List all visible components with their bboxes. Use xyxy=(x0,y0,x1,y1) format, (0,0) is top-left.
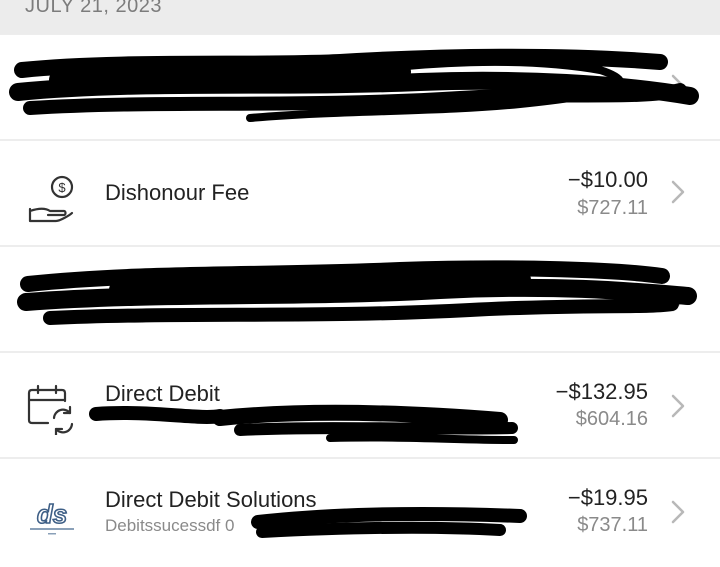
transaction-row[interactable] xyxy=(0,247,720,351)
transaction-title: Direct Debit Solutions xyxy=(105,487,317,512)
transaction-subtitle: Debitssucessdf 0 xyxy=(105,516,235,535)
transaction-title: Dishonour Fee xyxy=(105,180,250,205)
transaction-row[interactable]: $ Dishonour Fee −$10.00 $727.11 xyxy=(0,141,720,245)
date-section-header: JULY 21, 2023 xyxy=(0,0,720,34)
chevron-right-icon xyxy=(671,74,685,98)
svg-text:ds: ds xyxy=(37,499,67,529)
transaction-amount: −$19.95 xyxy=(567,485,648,510)
chevron-right-icon xyxy=(671,288,685,312)
transaction-balance: $737.11 xyxy=(577,514,648,536)
dollar-hand-icon: $ xyxy=(28,175,74,223)
chevron-right-icon xyxy=(671,394,685,418)
transaction-amount: −$132.95 xyxy=(555,379,648,404)
transaction-title: Direct Debit xyxy=(105,381,220,406)
calendar-refresh-icon xyxy=(27,384,74,435)
svg-text:$: $ xyxy=(58,180,66,195)
date-header-label: JULY 21, 2023 xyxy=(25,0,162,17)
transaction-row[interactable]: Direct Debit −$132.95 $604.16 xyxy=(0,353,720,457)
chevron-right-icon xyxy=(671,500,685,524)
chevron-right-icon xyxy=(671,180,685,204)
transaction-row[interactable]: ds Direct Debit Solutions Debitssucessdf… xyxy=(0,459,720,567)
ds-logo-icon: ds xyxy=(30,498,74,535)
transaction-balance: $727.11 xyxy=(577,197,648,219)
transaction-amount: −$10.00 xyxy=(567,167,648,192)
transaction-row[interactable] xyxy=(0,35,720,139)
transaction-balance: $604.16 xyxy=(575,408,648,430)
